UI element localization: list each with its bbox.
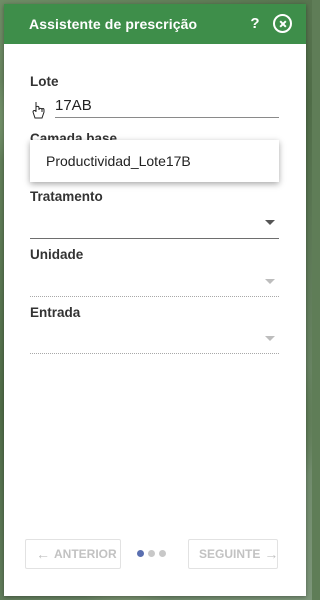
entrada-chevron-down-icon: [265, 336, 275, 341]
step-dot-1: [137, 550, 144, 557]
prescription-wizard-panel: Assistente de prescrição ?: [4, 4, 306, 596]
lote-input[interactable]: 17AB: [55, 94, 279, 118]
unidade-label: Unidade: [30, 247, 84, 262]
step-dot-3: [159, 550, 166, 557]
lote-label: Lote: [30, 74, 59, 89]
wizard-title: Assistente de prescrição: [29, 16, 198, 32]
previous-button[interactable]: ← ANTERIOR: [25, 539, 121, 569]
unidade-select: [30, 295, 279, 297]
step-dot-2: [148, 550, 155, 557]
hand-cursor-icon: [32, 102, 45, 119]
step-indicator: [137, 550, 166, 557]
wizard-header: Assistente de prescrição ?: [4, 4, 306, 44]
arrow-right-icon: →: [264, 546, 279, 562]
tratamento-select[interactable]: [30, 237, 279, 239]
entrada-label: Entrada: [30, 305, 81, 320]
camada-base-dropdown-option[interactable]: Productividad_Lote17B: [30, 140, 279, 182]
help-button[interactable]: ?: [248, 15, 262, 32]
arrow-left-icon: ←: [36, 546, 50, 562]
next-button-label: SEGUINTE: [199, 547, 261, 561]
unidade-chevron-down-icon: [265, 279, 275, 284]
entrada-select: [30, 352, 279, 354]
previous-button-label: ANTERIOR: [54, 547, 117, 561]
tratamento-label: Tratamento: [30, 189, 103, 204]
next-button[interactable]: SEGUINTE →: [188, 539, 278, 569]
tratamento-chevron-down-icon[interactable]: [265, 220, 275, 225]
close-icon[interactable]: [273, 14, 292, 33]
